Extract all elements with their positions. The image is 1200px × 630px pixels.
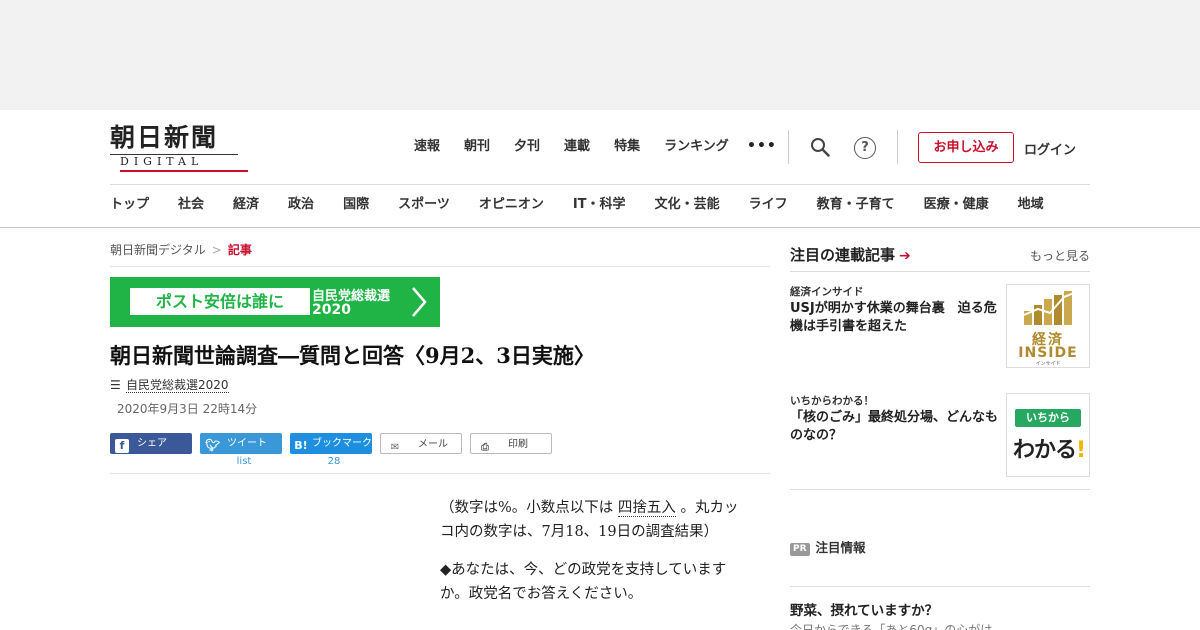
login-link[interactable]: ログイン bbox=[1024, 139, 1076, 158]
breadcrumb-separator: > bbox=[211, 243, 222, 257]
mail-share-label: メール bbox=[418, 439, 448, 450]
top-nav-ranking[interactable]: ランキング bbox=[664, 138, 729, 156]
twitter-share-button[interactable]: 🐦︎ ツイート bbox=[200, 433, 282, 454]
sidebar-heading[interactable]: 注目の連載記事 ➔ bbox=[790, 244, 911, 265]
facebook-share-label: シェア bbox=[137, 438, 167, 449]
category-nav: トップ 社会 経済 政治 国際 スポーツ オピニオン IT・科学 文化・芸能 ラ… bbox=[110, 196, 1200, 214]
divider bbox=[790, 489, 1090, 490]
pr-badge: PR bbox=[790, 543, 810, 556]
series-tag[interactable]: いちからわかる！ bbox=[790, 393, 874, 408]
see-more-link[interactable]: もっと見る bbox=[1030, 247, 1090, 264]
hatena-bookmark-icon: B! bbox=[294, 439, 308, 452]
logo-subtitle: DIGITAL bbox=[110, 154, 238, 172]
article-body: （数字は%。小数点以下は 四捨五入 。丸カッコ内の数字は、7月18、19日の調査… bbox=[440, 496, 750, 620]
cat-culture[interactable]: 文化・芸能 bbox=[655, 196, 720, 214]
thumbnail-text: ! bbox=[1076, 438, 1086, 463]
series-article-title[interactable]: USJが明かす休業の舞台裏 迫る危機は手引書を超えた bbox=[790, 300, 1002, 336]
site-header: 朝日新聞 DIGITAL 速報 朝刊 夕刊 連載 特集 ランキング ••• ? … bbox=[0, 110, 1200, 228]
series-link[interactable]: 自民党総裁選2020 bbox=[126, 378, 229, 393]
hatena-bookmark-button[interactable]: B! ブックマーク bbox=[290, 433, 372, 454]
series-thumbnail[interactable]: いちから わかる! bbox=[1006, 393, 1090, 477]
hatena-count[interactable]: 28 bbox=[293, 456, 375, 467]
twitter-count[interactable]: list bbox=[203, 456, 285, 467]
breadcrumb-home[interactable]: 朝日新聞デジタル bbox=[110, 243, 206, 257]
article-title: 朝日新聞世論調査―質問と回答〈9月2、3日実施〉 bbox=[110, 343, 595, 368]
paragraph-text: （数字は%。小数点以下は bbox=[440, 500, 618, 516]
more-menu-icon[interactable]: ••• bbox=[747, 138, 777, 154]
facebook-share-button[interactable]: f シェア bbox=[110, 433, 192, 454]
cat-society[interactable]: 社会 bbox=[178, 196, 204, 214]
help-icon[interactable]: ? bbox=[854, 137, 876, 159]
breadcrumb: 朝日新聞デジタル > 記事 bbox=[110, 241, 252, 258]
breadcrumb-current: 記事 bbox=[227, 243, 252, 257]
top-nav-breaking[interactable]: 速報 bbox=[414, 138, 440, 156]
print-button[interactable]: ⎙ 印刷 bbox=[470, 433, 552, 454]
print-label: 印刷 bbox=[508, 439, 528, 450]
article-date: 2020年9月3日 22時14分 bbox=[117, 402, 258, 416]
thumbnail-text: INSIDE bbox=[1018, 345, 1078, 361]
cat-politics[interactable]: 政治 bbox=[288, 196, 314, 214]
pr-label: 注目情報 bbox=[815, 540, 866, 555]
article-paragraph: （数字は%。小数点以下は 四捨五入 。丸カッコ内の数字は、7月18、19日の調査… bbox=[440, 496, 750, 544]
cat-opinion[interactable]: オピニオン bbox=[479, 196, 544, 214]
header-divider bbox=[110, 184, 1090, 185]
thumbnail-text: いちから bbox=[1015, 409, 1081, 427]
mail-share-button[interactable]: ✉ メール bbox=[380, 433, 462, 454]
cat-life[interactable]: ライフ bbox=[749, 196, 788, 214]
pr-section-heading: PR 注目情報 bbox=[790, 537, 866, 556]
thumbnail-text: わかる bbox=[1013, 438, 1077, 463]
banner-year: 2020 bbox=[312, 302, 351, 318]
logo-wordmark: 朝日新聞 bbox=[110, 123, 219, 152]
article-series: ☰ 自民党総裁選2020 bbox=[110, 376, 229, 393]
sidebar-heading-text: 注目の連載記事 bbox=[790, 246, 896, 264]
list-icon: ☰ bbox=[110, 378, 121, 392]
election-banner[interactable]: ポスト安倍は誰に 自民党総裁選 2020 bbox=[110, 277, 440, 327]
site-logo[interactable]: 朝日新聞 DIGITAL bbox=[110, 123, 242, 172]
cat-economy[interactable]: 経済 bbox=[233, 196, 259, 214]
cat-it-science[interactable]: IT・科学 bbox=[573, 196, 626, 214]
divider bbox=[790, 271, 1090, 272]
arrow-right-icon: ➔ bbox=[899, 248, 911, 264]
thumbnail-text: わかる! bbox=[1013, 432, 1086, 464]
divider bbox=[110, 266, 770, 267]
cat-sports[interactable]: スポーツ bbox=[398, 196, 450, 214]
divider bbox=[790, 586, 1090, 587]
cat-top[interactable]: トップ bbox=[110, 196, 149, 214]
top-nav: 速報 朝刊 夕刊 連載 特集 ランキング bbox=[414, 138, 753, 156]
cat-international[interactable]: 国際 bbox=[343, 196, 369, 214]
series-thumbnail[interactable]: 経済 INSIDE インサイド bbox=[1006, 284, 1090, 368]
glossary-link[interactable]: 四捨五入 bbox=[617, 500, 676, 517]
top-nav-evening[interactable]: 夕刊 bbox=[514, 138, 540, 156]
ad-area bbox=[0, 0, 1200, 110]
article-paragraph: ◆あなたは、今、どの政党を支持していますか。政党名でお答えください。 bbox=[440, 562, 727, 602]
subscribe-button[interactable]: お申し込み bbox=[918, 132, 1014, 163]
cat-education[interactable]: 教育・子育て bbox=[817, 196, 895, 214]
printer-icon: ⎙ bbox=[481, 442, 489, 453]
series-article-title[interactable]: 「核のごみ」最終処分場、どんなものなの？ bbox=[790, 409, 1002, 445]
mail-icon: ✉ bbox=[390, 442, 400, 453]
thumbnail-text: インサイド bbox=[1035, 361, 1061, 367]
divider bbox=[897, 130, 898, 164]
pr-article-title[interactable]: 野菜、摂れていますか？ bbox=[790, 599, 938, 619]
twitter-share-label: ツイート bbox=[227, 438, 267, 449]
facebook-icon: f bbox=[115, 439, 129, 453]
cat-local[interactable]: 地域 bbox=[1018, 196, 1044, 214]
search-icon[interactable] bbox=[810, 137, 830, 157]
divider bbox=[110, 473, 770, 474]
hatena-bookmark-label: ブックマーク bbox=[312, 438, 372, 449]
divider bbox=[788, 130, 789, 164]
chevron-right-icon bbox=[412, 287, 427, 317]
cat-health[interactable]: 医療・健康 bbox=[924, 196, 989, 214]
top-nav-features[interactable]: 特集 bbox=[614, 138, 640, 156]
series-tag[interactable]: 経済インサイド bbox=[790, 284, 864, 299]
top-nav-series[interactable]: 連載 bbox=[564, 138, 590, 156]
pr-article-subtitle[interactable]: 今日からできる「あと60g」の心がけ bbox=[790, 621, 992, 630]
banner-headline: ポスト安倍は誰に bbox=[130, 288, 310, 315]
top-nav-morning[interactable]: 朝刊 bbox=[464, 138, 490, 156]
bar-graph-icon bbox=[1024, 291, 1074, 325]
twitter-bird-icon: 🐦︎ bbox=[205, 438, 221, 452]
